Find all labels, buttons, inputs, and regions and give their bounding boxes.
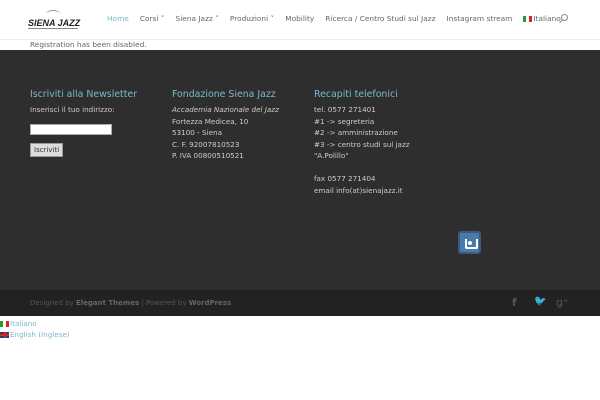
uk-flag-icon (0, 332, 9, 338)
italy-flag-icon (0, 321, 9, 327)
recapiti-widget: Recapiti telefonici tel. 0577 271401 #1 … (314, 88, 410, 196)
recapiti-title: Recapiti telefonici (314, 89, 398, 100)
nav-produzioni[interactable]: Produzioni ˅ (230, 14, 274, 23)
footer-bottom-bar: Designed by Elegant Themes | Powered by … (0, 290, 600, 316)
contact-line: #3 -> centro studi sul jazz (314, 139, 410, 149)
nav-mobility[interactable]: Mobility (285, 14, 314, 23)
newsletter-email-input[interactable] (30, 123, 112, 135)
newsletter-label: Inserisci il tuo indirizzo: (30, 105, 115, 114)
google-plus-icon[interactable]: g⁺ (556, 296, 569, 309)
lang-italiano[interactable]: Italiano (0, 318, 70, 329)
fondazione-widget: Fondazione Siena Jazz Accademia Nazional… (172, 88, 279, 162)
nav-home[interactable]: Home (107, 14, 129, 23)
contact-line: "A.Polillo" (314, 151, 349, 160)
nav-ricerca[interactable]: Ricerca / Centro Studi sul Jazz (325, 14, 435, 23)
subscribe-button[interactable]: Iscriviti (30, 142, 64, 157)
siena-jazz-logo[interactable]: SIENA JAZZ (28, 10, 83, 32)
footer: Iscriviti alla Newsletter Inserisci il t… (0, 50, 600, 290)
nav-siena-jazz[interactable]: Siena Jazz ˅ (176, 14, 219, 23)
contact-line: tel. 0577 271401 (314, 105, 376, 114)
contact-line: #1 -> segreteria (314, 116, 375, 126)
italy-flag-icon (523, 16, 533, 22)
site-header: SIENA JAZZ Home Corsi ˅ Siena Jazz ˅ Pro… (0, 0, 600, 40)
elegant-themes-link[interactable]: Elegant Themes (76, 299, 139, 307)
contact-line: email info(at)sienajazz.it (314, 185, 403, 195)
registration-notice: Registration has been disabled. (30, 40, 147, 49)
lang-english[interactable]: English (Inglese) (0, 329, 70, 340)
address-line: Accademia Nazionale del Jazz (172, 105, 279, 114)
facebook-icon[interactable]: f (512, 296, 517, 309)
fondazione-title: Fondazione Siena Jazz (172, 89, 276, 100)
address-line: P. IVA 00800510521 (172, 151, 244, 160)
address-line: Fortezza Medicea, 10 (172, 116, 249, 126)
address-line: C. F. 92007810523 (172, 139, 240, 149)
nav-instagram[interactable]: Instagram stream (447, 14, 513, 23)
credits: Designed by Elegant Themes | Powered by … (30, 299, 232, 307)
language-list: Italiano English (Inglese) (0, 318, 70, 340)
search-icon[interactable] (561, 14, 568, 21)
nav-corsi[interactable]: Corsi ˅ (140, 14, 165, 23)
address-line: 53100 - Siena (172, 128, 222, 137)
instagram-icon[interactable] (458, 231, 481, 254)
contact-line: #2 -> amministrazione (314, 128, 398, 137)
newsletter-title: Iscriviti alla Newsletter (30, 89, 138, 100)
newsletter-widget: Iscriviti alla Newsletter Inserisci il t… (30, 88, 137, 157)
main-nav: Home Corsi ˅ Siena Jazz ˅ Produzioni ˅ M… (107, 14, 583, 23)
contact-line: fax 0577 271404 (314, 174, 376, 183)
wordpress-link[interactable]: WordPress (189, 299, 231, 307)
twitter-icon[interactable]: 🐦 (534, 296, 546, 307)
